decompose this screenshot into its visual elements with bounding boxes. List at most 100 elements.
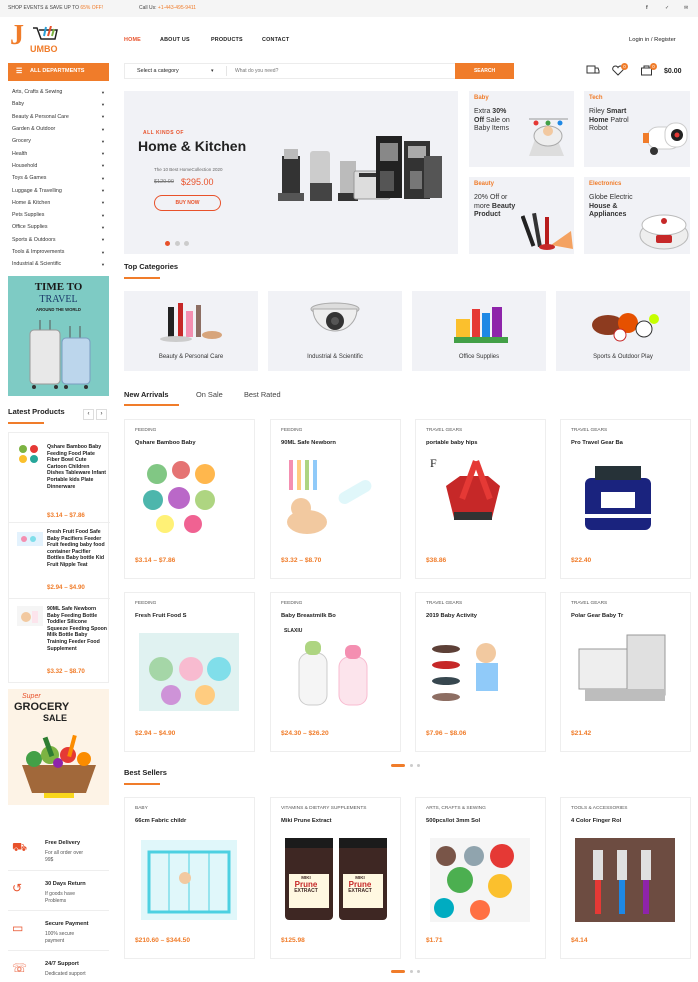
product-card[interactable]: TRAVEL GEARS Pro Travel Gear Ba $22.40 <box>560 419 691 579</box>
buy-now-button[interactable]: BUY NOW <box>154 195 221 211</box>
promo-tech[interactable]: Tech Riley Smart Home Patrol Robot <box>584 91 690 167</box>
chevron-down-icon: ▼ <box>101 138 105 144</box>
product-card[interactable]: ARTS, CRAFTS & SEWING 500pcs/lot 3mm Sol… <box>415 797 546 959</box>
search-button[interactable]: SEARCH <box>455 63 514 79</box>
promo-electronics[interactable]: Electronics Globe Electric House & Applian… <box>584 177 690 254</box>
category-item[interactable]: Luggage & Travelling ▼ <box>8 184 109 196</box>
promo-text: Riley Smart Home Patrol Robot <box>589 108 629 132</box>
promo-beauty[interactable]: Beauty 20% Off or more Beauty Product <box>469 177 574 254</box>
product-card[interactable]: FEEDING Baby Breastmilk Bo $24.30 – $26.… <box>270 592 401 752</box>
list-item[interactable]: Qshare Bamboo Baby Feeding Food Plate Fi… <box>9 441 110 521</box>
product-thumb <box>17 606 43 626</box>
product-category: FEEDING <box>281 601 303 606</box>
product-category: FEEDING <box>135 601 157 606</box>
category-item[interactable]: Pets Supplies ▼ <box>8 209 109 221</box>
category-card-beauty[interactable]: Beauty & Personal Care <box>124 291 258 371</box>
tab-new-arrivals[interactable]: New Arrivals <box>124 390 169 399</box>
site-logo[interactable]: J UMBO <box>10 20 72 60</box>
product-card[interactable]: TOOLS & ACCESSORIES 4 Color Finger Rol $… <box>560 797 691 959</box>
category-item[interactable]: Tools & Improvements ▼ <box>8 246 109 258</box>
grocery-banner[interactable]: Super GROCERY SALE <box>8 689 109 805</box>
mail-icon[interactable]: ✉ <box>684 5 688 11</box>
baby-bouncer-image <box>529 118 568 156</box>
category-item[interactable]: Grocery ▼ <box>8 135 109 147</box>
product-price: $3.32 – $8.70 <box>281 557 322 564</box>
category-item[interactable]: Home & Kitchen ▼ <box>8 197 109 209</box>
page-dot[interactable] <box>391 763 405 767</box>
product-image <box>430 838 530 922</box>
login-register-link[interactable]: Login in / Register <box>629 37 676 43</box>
category-item[interactable]: Industrial & Scientific ▼ <box>8 258 109 270</box>
product-card[interactable]: FEEDING Fresh Fruit Food S $2.94 – $4.90 <box>124 592 255 752</box>
category-label: Grocery <box>12 138 31 145</box>
category-item[interactable]: Baby ▼ <box>8 98 109 110</box>
category-item[interactable]: Arts, Crafts & Sewing ▼ <box>8 86 109 98</box>
slide-dot[interactable] <box>184 241 190 246</box>
all-departments-button[interactable]: ☰ ALL DEPARTMENTS <box>8 63 109 81</box>
category-item[interactable]: Toys & Games ▼ <box>8 172 109 184</box>
feature-subtitle: Dedicated support <box>45 971 86 977</box>
category-label: Industrial & Scientific <box>12 261 62 268</box>
banner-line: GROCERY <box>14 701 70 713</box>
category-item[interactable]: Sports & Outdoors ▼ <box>8 234 109 246</box>
page-dot[interactable] <box>417 763 421 767</box>
tab-on-sale[interactable]: On Sale <box>196 390 223 399</box>
bestsellers-pagination <box>391 969 421 975</box>
product-card[interactable]: FEEDING 90ML Safe Newborn $3.32 – $8.70 <box>270 419 401 579</box>
chevron-down-icon: ▼ <box>101 261 105 267</box>
facebook-icon[interactable]: f <box>646 5 648 11</box>
feature-item: ↺ 30 Days Return If goods have Problems <box>8 870 109 908</box>
brand-label: SLAXIU <box>284 628 303 634</box>
category-label: Luggage & Travelling <box>12 187 62 194</box>
chevron-down-icon: ▼ <box>101 163 105 169</box>
slide-dot[interactable] <box>174 241 180 246</box>
chevron-down-icon: ▼ <box>101 200 105 206</box>
category-label: Toys & Games <box>12 175 47 182</box>
category-item[interactable]: Health ▼ <box>8 147 109 159</box>
category-select[interactable]: Select a category <box>137 68 179 74</box>
page-dot[interactable] <box>409 763 413 767</box>
product-name: 4 Color Finger Rol <box>571 818 622 824</box>
nav-contact[interactable]: CONTACT <box>262 37 289 43</box>
chevron-down-icon: ▼ <box>101 151 105 157</box>
twitter-icon[interactable]: ✓ <box>665 5 669 11</box>
category-card-office[interactable]: Office Supplies <box>412 291 546 371</box>
category-item[interactable]: Household ▼ <box>8 160 109 172</box>
product-card[interactable]: TRAVEL GEARS 2019 Baby Activity $7.96 – … <box>415 592 546 752</box>
product-card[interactable]: BABY 66cm Fabric childr $210.60 – $344.5… <box>124 797 255 959</box>
category-label: Home & Kitchen <box>12 199 51 206</box>
category-card-industrial[interactable]: Industrial & Scientific <box>268 291 402 371</box>
compare-icon[interactable] <box>586 64 600 76</box>
list-item[interactable]: Fresh Fruit Food Safe Baby Pacifiers Fee… <box>9 528 110 596</box>
search-input[interactable] <box>235 66 445 76</box>
product-image <box>575 838 675 922</box>
product-card[interactable]: FEEDING Qshare Bamboo Baby $3.14 – $7.86 <box>124 419 255 579</box>
category-item[interactable]: Office Supplies ▼ <box>8 221 109 233</box>
category-item[interactable]: Garden & Outdoor ▼ <box>8 123 109 135</box>
product-category: TRAVEL GEARS <box>571 601 608 606</box>
nav-about[interactable]: ABOUT US <box>160 37 190 43</box>
travel-banner[interactable]: TIME TO TRAVEL AROUND THE WORLD <box>8 276 109 396</box>
chevron-down-icon: ▼ <box>101 126 105 132</box>
product-card[interactable]: TRAVEL GEARS Polar Gear Baby Tr $21.42 <box>560 592 691 752</box>
category-label: Tools & Improvements <box>12 249 65 255</box>
nav-products[interactable]: PRODUCTS <box>211 37 243 43</box>
category-card-sports[interactable]: Sports & Outdoor Play <box>556 291 690 371</box>
product-price: $3.14 – $7.86 <box>135 557 176 564</box>
feature-item: ☏ 24/7 Support Dedicated support <box>8 950 109 982</box>
category-item[interactable]: Beauty & Personal Care ▼ <box>8 111 109 123</box>
page-dot[interactable] <box>409 969 413 973</box>
chevron-right-icon[interactable]: › <box>96 409 107 420</box>
nav-home[interactable]: HOME <box>124 37 141 43</box>
product-card[interactable]: TRAVEL GEARS portable baby hips $38.86 <box>415 419 546 579</box>
chevron-left-icon[interactable]: ‹ <box>83 409 94 420</box>
slide-dot[interactable] <box>165 241 170 246</box>
promo-baby[interactable]: Baby Extra 30% Off Sale on Baby Items <box>469 91 574 167</box>
category-label: Beauty & Personal Care <box>12 113 69 120</box>
list-item[interactable]: 90ML Safe Newborn Baby Feeding Bottle To… <box>9 605 110 679</box>
page-dot[interactable] <box>417 969 421 973</box>
page-dot[interactable] <box>391 969 405 973</box>
promo-text: SHOP EVENTS & SAVE UP TO 65% OFF! <box>8 5 104 11</box>
product-name: Fresh Fruit Food Safe Baby Pacifiers Fee… <box>47 529 105 568</box>
tab-best-rated[interactable]: Best Rated <box>244 390 281 399</box>
